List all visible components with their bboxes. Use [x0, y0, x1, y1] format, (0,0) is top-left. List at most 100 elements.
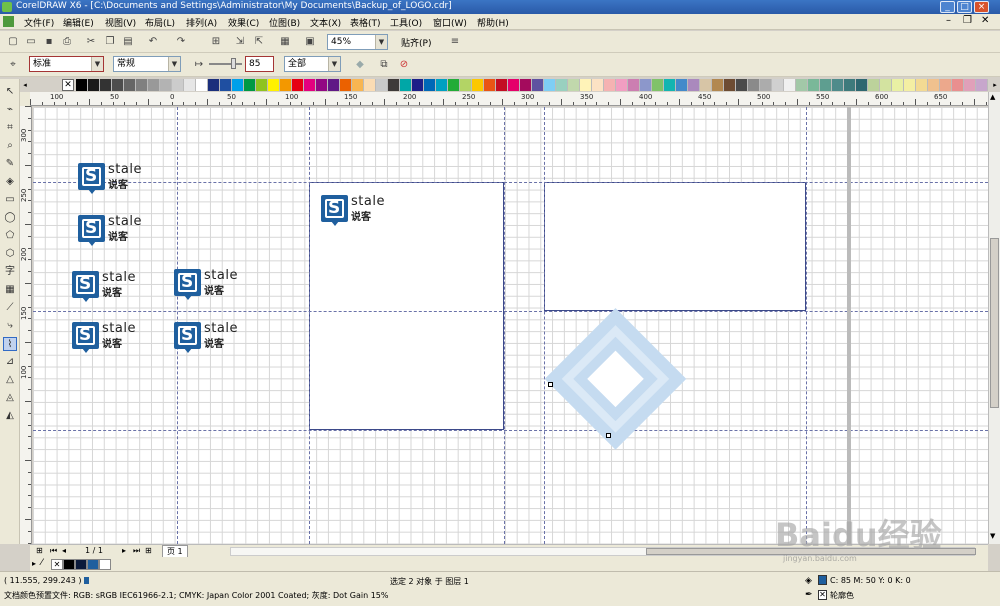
weight-select[interactable]: 常规 ▼	[113, 56, 181, 72]
menu-tools[interactable]: 工具(O)	[390, 16, 422, 29]
palette-swatch[interactable]	[160, 79, 172, 91]
palette-swatch[interactable]	[652, 79, 664, 91]
logo-5[interactable]: S stale 说客	[72, 321, 152, 360]
snap-to-menu[interactable]: 贴齐(P)	[401, 36, 431, 49]
vertical-scroll-thumb[interactable]	[990, 238, 999, 408]
palette-swatch[interactable]	[844, 79, 856, 91]
new-icon[interactable]: ▢	[7, 36, 19, 48]
palette-swatch[interactable]	[928, 79, 940, 91]
logo-3[interactable]: S stale 说客	[72, 270, 152, 309]
export-icon[interactable]: ⇱	[253, 36, 265, 48]
palette-swatch[interactable]	[304, 79, 316, 91]
palette-swatch[interactable]	[568, 79, 580, 91]
palette-swatch[interactable]	[364, 79, 376, 91]
first-page-icon[interactable]: ⏮	[50, 546, 57, 556]
play-icon[interactable]	[84, 577, 89, 584]
redo-icon[interactable]: ↷	[175, 36, 187, 48]
palette-swatch[interactable]	[496, 79, 508, 91]
palette-swatch[interactable]	[616, 79, 628, 91]
angle-input[interactable]: 85	[245, 56, 274, 72]
shape-tool-icon[interactable]: ⌁	[3, 103, 17, 117]
logo-4[interactable]: S stale 说客	[174, 268, 254, 307]
menu-arrange[interactable]: 排列(A)	[186, 16, 217, 29]
palette-swatch[interactable]	[268, 79, 280, 91]
palette-scroll-left-icon[interactable]: ◂	[20, 79, 30, 91]
guideline-v2[interactable]	[309, 107, 310, 544]
eyedropper-icon[interactable]: ⁄	[41, 558, 43, 568]
guideline-h3[interactable]	[33, 430, 988, 431]
full-screen-icon[interactable]: ▣	[304, 36, 316, 48]
palette-swatch[interactable]	[472, 79, 484, 91]
palette-swatch[interactable]	[460, 79, 472, 91]
fill-tool-icon[interactable]: ◬	[3, 391, 17, 405]
palette-swatch[interactable]	[88, 79, 100, 91]
dimension-tool-icon[interactable]: ⟋	[3, 301, 17, 315]
palette-swatch[interactable]	[736, 79, 748, 91]
interactive-fill-icon[interactable]: ◭	[3, 409, 17, 423]
menu-file[interactable]: 文件(F)	[24, 16, 54, 29]
palette-swatch[interactable]	[952, 79, 964, 91]
logo-2[interactable]: S stale 说客	[78, 214, 158, 253]
transparency-icon[interactable]: ◆	[354, 59, 366, 71]
table-tool-icon[interactable]: ▦	[3, 283, 17, 297]
guideline-v4[interactable]	[544, 107, 545, 544]
zoom-level-select[interactable]: 45% ▼	[327, 34, 388, 50]
prev-page-icon[interactable]: ◂	[62, 546, 66, 555]
palette-swatch[interactable]	[892, 79, 904, 91]
palette-swatch[interactable]	[880, 79, 892, 91]
palette-scroll-right-icon[interactable]: ▸	[990, 79, 1000, 91]
application-launcher-icon[interactable]: ▦	[279, 36, 291, 48]
palette-swatch[interactable]	[688, 79, 700, 91]
style-select[interactable]: 标准 ▼	[29, 56, 104, 72]
palette-swatch[interactable]	[832, 79, 844, 91]
palette-swatch[interactable]	[508, 79, 520, 91]
palette-swatch[interactable]	[856, 79, 868, 91]
doc-restore-icon[interactable]: ❐	[963, 15, 972, 26]
print-icon[interactable]: ⎙	[61, 36, 73, 48]
palette-swatch[interactable]	[76, 79, 88, 91]
smart-fill-icon[interactable]: ◈	[3, 175, 17, 189]
minimize-button[interactable]: _	[940, 1, 955, 13]
add-page-after-icon[interactable]: ⊞	[145, 546, 152, 555]
palette-swatch[interactable]	[784, 79, 796, 91]
palette-swatch[interactable]	[400, 79, 412, 91]
palette-swatch[interactable]	[532, 79, 544, 91]
outline-tool-icon[interactable]: △	[3, 373, 17, 387]
doc-close-icon[interactable]: ✕	[981, 15, 989, 26]
palette-swatch[interactable]	[556, 79, 568, 91]
vertical-scrollbar[interactable]: ▲ ▼	[988, 92, 1000, 544]
undo-icon[interactable]: ↶	[147, 36, 159, 48]
palette-swatch[interactable]	[940, 79, 952, 91]
search-content-icon[interactable]: ⊞	[210, 36, 222, 48]
palette-swatch[interactable]	[640, 79, 652, 91]
menu-text[interactable]: 文本(X)	[310, 16, 341, 29]
scroll-down-icon[interactable]: ▼	[990, 532, 995, 540]
close-button[interactable]: ×	[974, 1, 989, 13]
palette-swatch[interactable]	[820, 79, 832, 91]
logo-1[interactable]: S stale 说客	[78, 162, 158, 201]
palette-swatch[interactable]	[196, 79, 208, 91]
menu-layout[interactable]: 布局(L)	[145, 16, 175, 29]
selected-logo-mark[interactable]	[534, 308, 697, 471]
options-icon[interactable]: ≡	[449, 36, 461, 48]
palette-swatch[interactable]	[916, 79, 928, 91]
palette-swatch[interactable]	[112, 79, 124, 91]
copy-properties-icon[interactable]: ⧉	[378, 59, 390, 71]
page-frame-right[interactable]	[544, 182, 806, 311]
palette-swatch[interactable]	[904, 79, 916, 91]
scope-select[interactable]: 全部 ▼	[284, 56, 341, 72]
doc-swatch-white[interactable]	[99, 559, 111, 570]
menu-effects[interactable]: 效果(C)	[228, 16, 259, 29]
palette-swatch[interactable]	[172, 79, 184, 91]
rectangle-tool-icon[interactable]: ▭	[3, 193, 17, 207]
palette-swatch[interactable]	[220, 79, 232, 91]
palette-swatch[interactable]	[280, 79, 292, 91]
no-color-swatch[interactable]: ✕	[51, 559, 63, 570]
fill-color-swatch[interactable]	[818, 575, 827, 585]
interactive-tool-icon[interactable]: ⌇	[3, 337, 17, 351]
menu-table[interactable]: 表格(T)	[350, 16, 381, 29]
last-page-icon[interactable]: ⏭	[133, 546, 140, 556]
palette-swatch[interactable]	[628, 79, 640, 91]
eyedropper-tool-icon[interactable]: ⊿	[3, 355, 17, 369]
palette-swatch[interactable]	[388, 79, 400, 91]
